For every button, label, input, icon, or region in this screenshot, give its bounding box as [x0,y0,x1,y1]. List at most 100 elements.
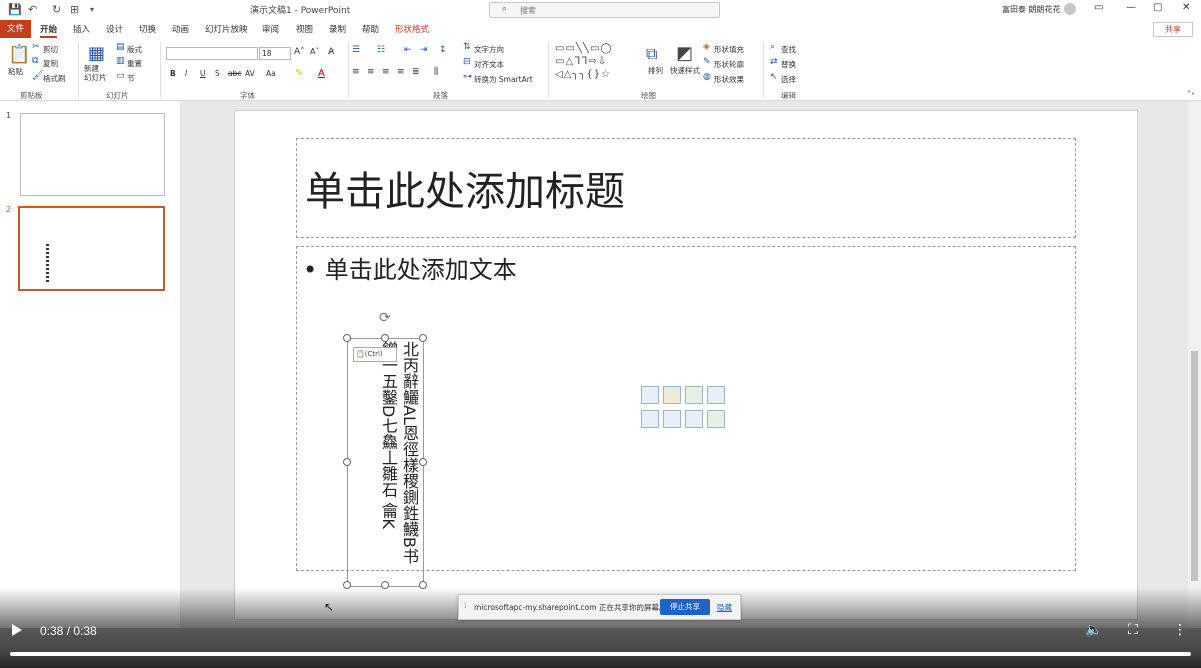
align-text-icon[interactable]: ⊟ [463,57,471,67]
slide-thumbnail-2[interactable] [18,206,165,291]
insert-picture-icon[interactable] [641,410,659,428]
avatar[interactable] [1064,3,1076,15]
justify-icon[interactable]: ≡ [397,67,405,77]
font-size-select[interactable]: 18 [259,47,291,60]
tab-slideshow[interactable]: 幻灯片放映 [205,23,248,35]
insert-online-picture-icon[interactable] [663,410,681,428]
shape-effects-icon[interactable]: ◍ [703,72,711,82]
tab-transitions[interactable]: 切换 [139,23,156,35]
resize-handle[interactable] [381,334,389,342]
underline-icon[interactable]: U [200,69,206,78]
clear-format-icon[interactable]: A̷ [328,47,334,57]
rotate-handle-icon[interactable]: ⟳ [379,310,391,326]
align-left-icon[interactable]: ≡ [352,67,360,77]
present-icon[interactable]: ⊞ [70,3,79,16]
customize-qat-icon[interactable]: ▾ [90,5,94,14]
play-icon[interactable] [12,624,22,636]
format-painter-icon[interactable]: 🖌 [32,71,43,81]
insert-video-icon[interactable] [685,410,703,428]
paste-options-button[interactable]: 📋(Ctrl) [353,347,397,362]
shape-fill-button[interactable]: 形状填充 [714,44,744,55]
arrange-icon[interactable]: ⧉ [646,44,657,64]
tab-review[interactable]: 审阅 [262,23,279,35]
tab-design[interactable]: 设计 [106,23,123,35]
numbering-icon[interactable]: ☷ [377,45,385,55]
select-button[interactable]: 选择 [781,74,796,85]
volume-icon[interactable]: 🔈 [1085,622,1102,638]
section-icon[interactable]: ▭ [116,71,125,81]
tab-view[interactable]: 视图 [296,23,313,35]
fullscreen-icon[interactable]: ⛶ [1128,622,1138,638]
insert-chart-icon[interactable] [663,386,681,404]
resize-handle[interactable] [343,334,351,342]
section-button[interactable]: 节 [127,73,135,84]
resize-handle[interactable] [419,334,427,342]
distribute-icon[interactable]: ≣ [412,67,420,77]
align-center-icon[interactable]: ≡ [367,67,375,77]
tab-home[interactable]: 开始 [40,23,58,38]
insert-icons-icon[interactable] [707,410,725,428]
format-painter-button[interactable]: 格式刷 [43,73,66,84]
shape-outline-button[interactable]: 形状轮廓 [714,59,744,70]
insert-3d-model-icon[interactable] [707,386,725,404]
find-button[interactable]: 查找 [781,44,796,55]
change-case-icon[interactable]: Aa [266,69,276,78]
strikethrough-icon[interactable]: abc [228,69,241,78]
shadow-icon[interactable]: S [215,69,220,78]
slide-thumbnail-1[interactable] [20,113,165,196]
arrange-button[interactable]: 排列 [648,65,663,76]
tab-insert[interactable]: 插入 [73,23,90,35]
align-right-icon[interactable]: ≡ [382,67,390,77]
find-icon[interactable]: ⌕ [770,42,775,52]
tab-shape-format[interactable]: 形状格式 [395,23,429,35]
tab-help[interactable]: 帮助 [362,23,379,35]
resize-handle[interactable] [419,458,427,466]
cut-icon[interactable]: ✂ [32,42,40,52]
reset-icon[interactable]: ▥ [116,56,125,66]
bullets-icon[interactable]: ☰ [352,45,360,55]
close-button[interactable]: ✕ [1182,2,1190,13]
title-placeholder[interactable]: 单击此处添加标题 [296,138,1076,238]
cut-button[interactable]: 剪切 [43,44,58,55]
layout-button[interactable]: 版式 [127,44,142,55]
italic-icon[interactable]: I [185,69,187,78]
line-spacing-icon[interactable]: ↕ [439,45,447,55]
paste-button[interactable]: 粘贴 [8,66,23,77]
reset-button[interactable]: 重置 [127,58,142,69]
replace-button[interactable]: 替换 [781,59,796,70]
smartart-button[interactable]: 转换为 SmartArt [474,74,533,85]
stop-sharing-button[interactable]: 停止共享 [660,599,710,615]
shrink-font-icon[interactable]: A˅ [310,47,319,56]
video-progress-bar[interactable] [10,652,1191,656]
resize-handle[interactable] [343,458,351,466]
more-options-icon[interactable]: ⋮ [1173,622,1187,638]
copy-button[interactable]: 复制 [43,58,58,69]
shape-fill-icon[interactable]: ◈ [703,42,710,52]
grow-font-icon[interactable]: A˄ [294,47,305,57]
smartart-icon[interactable]: ⊶ [463,72,472,82]
save-icon[interactable]: 💾 [8,3,22,16]
ribbon-display-icon[interactable]: ▭ [1094,2,1103,13]
char-spacing-icon[interactable]: AV [245,69,255,78]
increase-indent-icon[interactable]: ⇥ [420,45,428,55]
undo-icon[interactable]: ↶ [28,3,37,16]
scrollbar-thumb[interactable] [1191,351,1198,581]
minimize-button[interactable]: — [1126,2,1136,13]
shape-effects-button[interactable]: 形状效果 [714,74,744,85]
new-slide-button[interactable]: 新建 幻灯片 [84,64,107,82]
font-color-icon[interactable]: A [318,68,325,79]
select-icon[interactable]: ↖ [770,72,778,82]
layout-icon[interactable]: ▤ [116,42,125,52]
text-direction-button[interactable]: 文字方向 [474,44,504,55]
maximize-button[interactable]: ▢ [1153,2,1162,13]
paste-icon[interactable]: 📋 [8,44,30,65]
shape-outline-icon[interactable]: ✎ [703,57,711,67]
vertical-text-box[interactable]: 北丙辭鱺AL恩徑樣稷鍘鉎鱴B书 鏳一五鑿D七鱻丄雛石 龠K [347,338,424,587]
tab-animations[interactable]: 动画 [172,23,189,35]
columns-icon[interactable]: ⫼ [434,67,438,77]
tab-record[interactable]: 录制 [329,23,346,35]
align-text-button[interactable]: 对齐文本 [474,59,504,70]
decrease-indent-icon[interactable]: ⇤ [404,45,412,55]
quick-styles-icon[interactable]: ◩ [676,43,693,64]
font-name-select[interactable] [166,47,258,60]
